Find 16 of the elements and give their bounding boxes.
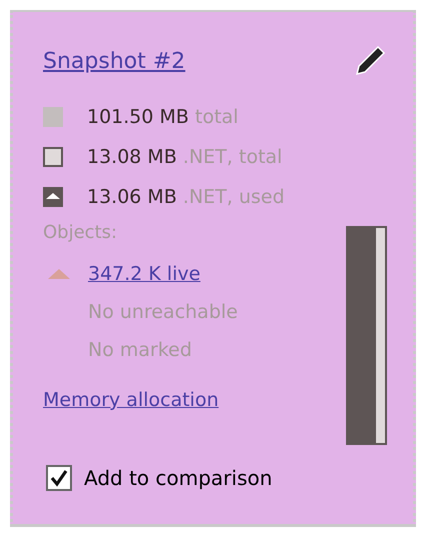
legend-label: 13.06 MB .NET, used [87, 186, 285, 208]
legend-label: 101.50 MB total [87, 106, 238, 128]
comparison-checkbox[interactable] [46, 465, 72, 491]
edit-icon[interactable] [353, 44, 387, 78]
up-triangle-icon [48, 269, 70, 279]
comparison-label[interactable]: Add to comparison [84, 466, 272, 490]
objects-label: Objects: [43, 222, 118, 243]
live-objects-link[interactable]: 347.2 K live [88, 263, 200, 285]
objects-note: No marked [88, 339, 193, 361]
total-swatch-icon [43, 107, 63, 127]
snapshot-title-link[interactable]: Snapshot #2 [43, 48, 186, 74]
memory-allocation-link[interactable]: Memory allocation [43, 389, 238, 411]
legend-label: 13.08 MB .NET, total [87, 146, 282, 168]
objects-note: No unreachable [88, 301, 238, 323]
net-total-swatch-icon [43, 147, 63, 167]
net-used-swatch-icon [43, 187, 63, 207]
